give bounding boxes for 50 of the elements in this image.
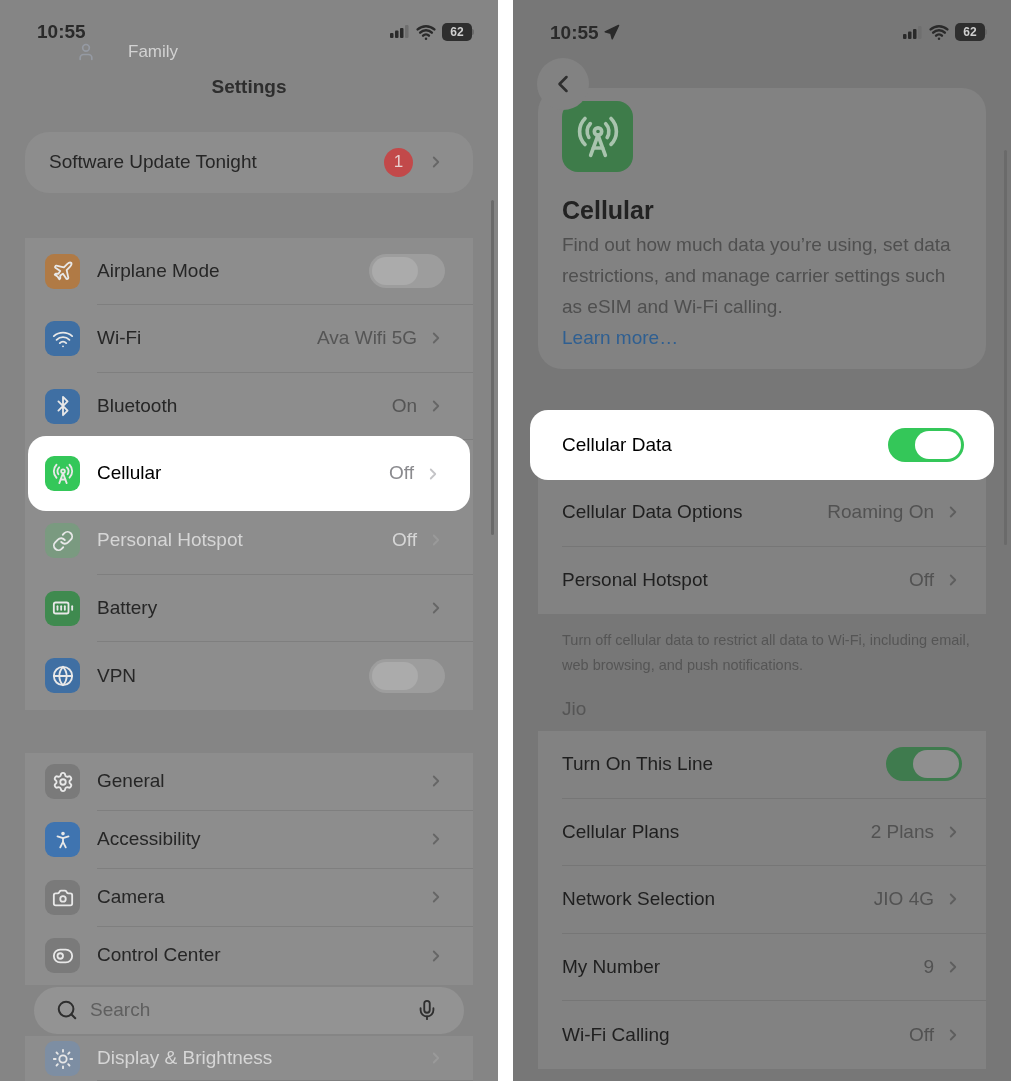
- person-icon: [76, 41, 96, 62]
- settings-row[interactable]: Airplane Mode: [25, 237, 473, 306]
- row-label: Wi-Fi Calling: [562, 1022, 670, 1047]
- row-value: On: [391, 393, 417, 418]
- row-label: Cellular: [97, 461, 162, 486]
- row-label: Cellular Plans: [562, 819, 680, 844]
- update-banner[interactable]: Software Update Tonight 1: [25, 131, 473, 193]
- location-arrow-icon: [602, 23, 620, 41]
- row-label: Battery: [97, 595, 158, 620]
- row-value: Off: [389, 461, 414, 486]
- signal-icon: [390, 25, 410, 39]
- row-label: Personal Hotspot: [562, 568, 708, 592]
- search-icon: [56, 999, 78, 1022]
- card-title: Cellular: [562, 195, 655, 226]
- battery-indicator: 62: [442, 22, 472, 41]
- row-label: Personal Hotspot: [97, 528, 243, 553]
- status-time: 10:55: [550, 22, 599, 42]
- toggle-switch[interactable]: [886, 747, 962, 782]
- row-value: Off: [392, 528, 417, 553]
- row-label: Cellular Data: [562, 432, 672, 457]
- page-title: Settings: [210, 74, 288, 99]
- account-label: Family: [128, 40, 179, 63]
- row-label: Wi-Fi: [97, 326, 142, 351]
- row-label: Cellular Data Options: [562, 500, 743, 524]
- row-value: Ava Wifi 5G: [317, 326, 417, 351]
- wifi-signal-icon: [929, 22, 949, 42]
- row-label: Turn On This Line: [562, 752, 714, 776]
- toggle-switch[interactable]: [369, 658, 445, 693]
- row-label: General: [97, 768, 165, 793]
- row-label: VPN: [97, 663, 137, 688]
- row-label: Accessibility: [97, 826, 201, 851]
- signal-icon: [903, 25, 923, 39]
- notification-badge: 1: [384, 147, 413, 177]
- row-label: Display & Brightness: [97, 1045, 273, 1070]
- banner-label: Software Update Tonight: [49, 149, 257, 174]
- row-label: My Number: [562, 954, 661, 979]
- settings-row[interactable]: Turn On This Line: [538, 731, 986, 799]
- row-label: Control Center: [97, 943, 221, 968]
- row-label: Network Selection: [562, 887, 716, 911]
- row-label: Airplane Mode: [97, 258, 220, 283]
- toggle-switch[interactable]: [888, 428, 964, 462]
- antenna-icon: [562, 101, 633, 172]
- toggle-switch[interactable]: [369, 253, 445, 288]
- battery-indicator: 62: [955, 23, 985, 41]
- status-time: 10:55: [37, 22, 86, 42]
- settings-row[interactable]: Cellular Off: [28, 436, 470, 512]
- row-label: Bluetooth: [97, 393, 178, 418]
- row-label: Camera: [97, 884, 165, 909]
- settings-row[interactable]: General: [25, 752, 473, 811]
- settings-row[interactable]: Cellular Data: [530, 410, 994, 480]
